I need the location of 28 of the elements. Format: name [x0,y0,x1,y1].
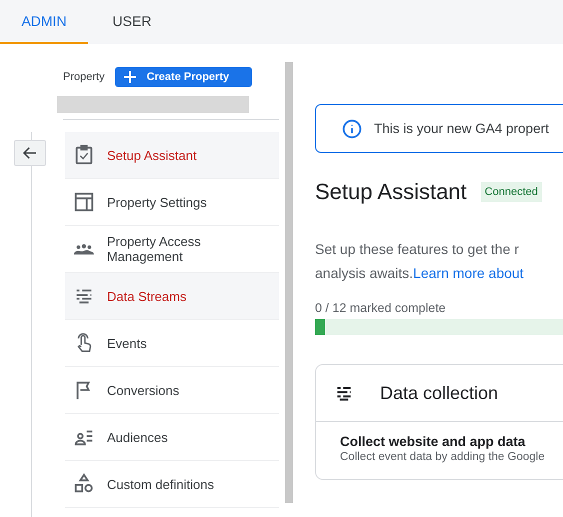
plus-icon [122,70,137,84]
shapes-icon [73,473,95,495]
nav-item[interactable]: Conversions [65,367,279,414]
nav-item[interactable]: Data Streams [65,273,279,320]
create-property-button[interactable]: Create Property [114,67,252,87]
item-title: Collect website and app data [340,434,526,449]
nav-item[interactable]: Property Settings [65,179,279,226]
status-badge: Connected [480,182,542,202]
page-title: Setup Assistant [315,179,467,205]
property-label: Property [63,71,105,83]
nav-item[interactable]: Setup Assistant [65,132,279,179]
clipboard-check-icon [73,144,95,166]
intro-text: analysis awaits. [315,265,414,281]
tab[interactable]: USER [88,0,176,44]
scrollbar[interactable] [285,62,293,503]
nav-item[interactable]: Custom definitions [65,461,279,508]
banner-text: This is your new GA4 propert [374,121,549,136]
back-button[interactable] [14,140,46,166]
card-title: Data collection [380,382,498,404]
layout-icon [73,191,95,213]
tab[interactable]: ADMIN [0,0,88,44]
intro-text: Set up these features to get the r [315,240,520,259]
nav-item[interactable]: Audiences [65,414,279,461]
item-description: Collect event data by adding the Google [340,451,546,463]
nav-item[interactable]: Events [65,320,279,367]
learn-more-link[interactable]: Learn more about [413,265,524,281]
info-icon [342,118,362,138]
progress-label: 0 / 12 marked complete [315,301,447,315]
